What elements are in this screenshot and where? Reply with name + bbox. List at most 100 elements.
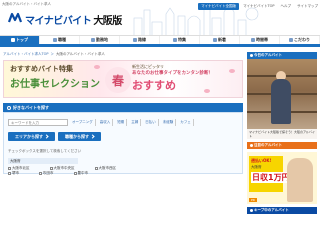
area-checkbox-item[interactable]: 堺市 [8, 171, 19, 176]
top-link-sitemap[interactable]: サイトマップ [295, 3, 320, 10]
featured-ad[interactable]: 週払いOK! 大阪府 日収1万円 PR [247, 152, 317, 204]
sidebar: 今日のアルバイト マイナビバイト大阪版で探そう！大阪のアルバイト 注目のアルバイ… [247, 52, 317, 214]
star-icon [173, 38, 177, 42]
keep-title: キープ中のアルバイト [254, 208, 289, 212]
nav-item-time[interactable]: 時間帯 [240, 36, 280, 44]
area-label: 豊中市 [77, 171, 89, 175]
keyword-chip[interactable]: カフェ [178, 119, 194, 126]
today-caption: マイナビバイト大阪版で探そう！大阪のアルバイト [247, 129, 317, 139]
map-pin-icon [91, 38, 95, 42]
today-title: 今日のアルバイト [254, 53, 282, 57]
search-by-area-button[interactable]: エリアから探す [8, 132, 55, 141]
area-checkbox-row: 堺市 吹田市 豊中市 [8, 171, 88, 176]
breadcrumb-separator: ＞ [50, 52, 54, 56]
logo-text: マイナビバイト 大阪版 [25, 12, 122, 27]
keyword-chip[interactable]: 高収入 [98, 119, 114, 126]
checkbox[interactable] [8, 172, 11, 175]
search-mode-buttons: エリアから探す 職種から探す [8, 132, 101, 141]
banner-title: おすすめバイト特集 [10, 65, 73, 73]
checkbox[interactable] [73, 172, 77, 175]
featured-section-header: 注目のアルバイト [247, 142, 317, 149]
area-checkbox-item[interactable]: 豊中市 [73, 171, 89, 176]
clock-icon [251, 38, 255, 42]
search-panel-title: 好きなバイトを探す [3, 103, 243, 112]
nav-label: 時間帯 [256, 37, 268, 42]
ad-headline: 週払いOK! [251, 158, 272, 163]
feature-banner[interactable]: おすすめバイト特集 お仕事セレクション 春 新生活にピッタリ あなたのお仕事タイ… [3, 60, 243, 98]
nav-item-location[interactable]: 勤務地 [80, 36, 120, 44]
breadcrumb-current: 大阪のアルバイト・バイト求人 [55, 52, 105, 56]
nav-label: こだわり [294, 37, 310, 42]
checkbox[interactable] [39, 172, 42, 175]
area-label: 堺市 [12, 171, 19, 175]
featured-title: 注目のアルバイト [254, 143, 282, 147]
checkbox[interactable] [8, 167, 11, 170]
logo-sub: バイト [62, 16, 92, 27]
top-links: マイナビバイト全国版 マイナビバイトTOP ヘルプ サイトマップ [198, 3, 320, 10]
job-button-label: 職種から探す [65, 133, 89, 139]
search-title-text: 好きなバイトを探す [13, 104, 49, 110]
logo-region: 大阪版 [93, 16, 122, 27]
keyword-chip[interactable]: 主婦 [129, 119, 142, 126]
nav-item-route[interactable]: 路線 [120, 36, 160, 44]
ad-region: 大阪府 [251, 165, 262, 169]
ad-person-photo [287, 158, 313, 202]
banner-recommend: おすすめ [132, 79, 176, 92]
nav-item-top[interactable]: トップ [0, 36, 40, 44]
nav-label: トップ [16, 37, 28, 42]
keyword-chip[interactable]: オープニング [70, 119, 96, 126]
nav-label: 路線 [138, 37, 146, 42]
nav-label: 特集 [178, 37, 186, 42]
checkbox[interactable] [49, 167, 53, 170]
briefcase-icon [53, 38, 57, 42]
nav-item-job-type[interactable]: 職種 [40, 36, 80, 44]
petal-icon [229, 69, 235, 73]
nav-label: 新着 [218, 37, 226, 42]
sun-icon [250, 54, 253, 57]
star-icon [250, 144, 253, 147]
area-button-label: エリアから探す [15, 133, 43, 139]
new-icon [213, 38, 217, 42]
keyword-input[interactable] [8, 119, 68, 126]
banner-spring-badge: 春 [105, 67, 131, 93]
area-label: 吹田市 [43, 171, 54, 175]
area-label: 大阪市西区 [98, 166, 117, 170]
site-tagline: 大阪のアルバイト・バイト求人 [2, 2, 51, 6]
banner-diagnosis-text: あなたのお仕事タイプをカンタン診断！ [132, 71, 213, 76]
prefecture-tab-osaka[interactable]: 大阪府 [8, 158, 78, 164]
today-feature-photo[interactable]: マイナビバイト大阪版で探そう！大阪のアルバイト [247, 59, 317, 139]
logo-mark-icon [8, 12, 23, 23]
keyword-chip[interactable]: 短期 [115, 119, 128, 126]
home-icon [11, 38, 15, 42]
nav-item-preference[interactable]: こだわり [280, 36, 320, 44]
nav-label: 職種 [58, 37, 66, 42]
breadcrumb: アルバイト・バイト求人TOP ＞ 大阪のアルバイト・バイト求人 [3, 52, 105, 57]
top-link-national[interactable]: マイナビバイト全国版 [198, 3, 240, 10]
site-logo[interactable]: マイナビバイト 大阪版 [8, 9, 122, 27]
nav-item-feature[interactable]: 特集 [160, 36, 200, 44]
keyword-chip[interactable]: 未経験 [161, 119, 177, 126]
area-checkbox-item[interactable]: 大阪市西区 [94, 166, 117, 171]
today-section-header: 今日のアルバイト [247, 52, 317, 59]
chevron-right-icon [90, 134, 95, 139]
banner-selection: お仕事セレクション [10, 79, 100, 90]
nav-item-new[interactable]: 新着 [200, 36, 240, 44]
petal-icon [204, 89, 210, 93]
keyword-chip[interactable]: 日払い [143, 119, 159, 126]
search-icon [7, 105, 11, 110]
ad-pr-label: PR [249, 198, 257, 202]
top-link-home[interactable]: マイナビバイトTOP [241, 3, 276, 10]
ad-pay: 日収1万円 [251, 172, 291, 183]
top-link-help[interactable]: ヘルプ [279, 3, 294, 10]
keep-section-header: キープ中のアルバイト [247, 207, 317, 214]
search-panel: オープニング 高収入 短期 主婦 日払い 未経験 カフェ エリアから探す 職種か… [3, 112, 243, 176]
area-checkbox-item[interactable]: 吹田市 [39, 171, 54, 176]
chevron-right-icon [44, 134, 49, 139]
nav-label: 勤務地 [96, 37, 108, 42]
search-by-job-button[interactable]: 職種から探す [58, 132, 101, 141]
global-nav: トップ 職種 勤務地 路線 特集 新着 時間帯 こだわり [0, 35, 320, 47]
checkbox[interactable] [94, 167, 98, 170]
breadcrumb-link-top[interactable]: アルバイト・バイト求人TOP [3, 52, 48, 57]
keyword-row: オープニング 高収入 短期 主婦 日払い 未経験 カフェ [8, 119, 194, 126]
bookmark-icon [250, 209, 253, 212]
